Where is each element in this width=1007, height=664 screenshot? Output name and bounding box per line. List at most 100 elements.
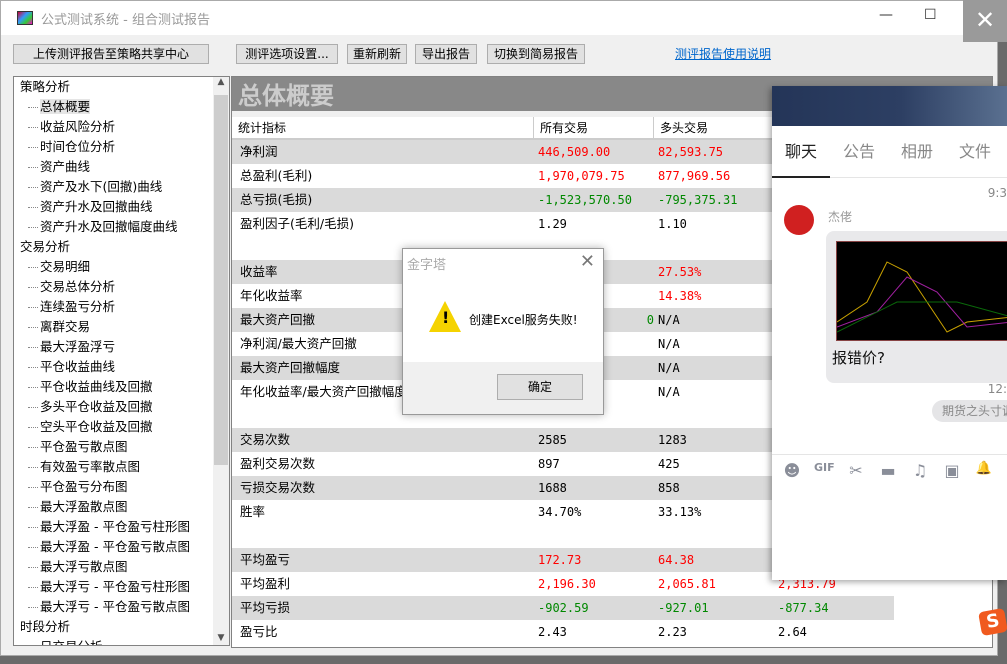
export-report-button[interactable]: 导出报告 bbox=[415, 44, 477, 64]
tree-item[interactable]: 日交易分析 bbox=[14, 637, 229, 645]
emoji-icon[interactable]: ☻ bbox=[782, 461, 802, 481]
tree-item[interactable]: 最大浮亏 - 平仓盈亏柱形图 bbox=[14, 577, 229, 597]
scroll-down-icon[interactable]: ▼ bbox=[213, 633, 229, 643]
tree-item-label: 平仓盈亏分布图 bbox=[40, 479, 128, 494]
tree-item-label: 离群交易 bbox=[40, 319, 91, 334]
tree-item[interactable]: 最大浮亏散点图 bbox=[14, 557, 229, 577]
column-header[interactable]: 所有交易 bbox=[534, 117, 654, 138]
chat-panel: 聊天 公告 相册 文件 9:3 杰佬 报错价? 12: 期货之头寸调 ☻ GIF… bbox=[772, 86, 1007, 580]
tree-item[interactable]: 平仓盈亏分布图 bbox=[14, 477, 229, 497]
row-label: 总盈利(毛利) bbox=[240, 168, 313, 183]
tree-item[interactable]: 总体概要 bbox=[14, 97, 229, 117]
tab-files[interactable]: 文件 bbox=[946, 126, 1004, 178]
column-header[interactable]: 统计指标 bbox=[232, 117, 534, 138]
tree-item-label: 连续盈亏分析 bbox=[40, 299, 116, 314]
cell-value: 2.23 bbox=[658, 625, 687, 639]
bell-icon[interactable]: 🔔 bbox=[974, 461, 994, 481]
cell-value: 64.38 bbox=[658, 553, 695, 567]
scroll-up-icon[interactable]: ▲ bbox=[213, 77, 229, 87]
overlay-close-button[interactable]: ✕ bbox=[963, 0, 1007, 42]
tree-item-label: 平仓收益曲线及回撤 bbox=[40, 379, 153, 394]
tree-item[interactable]: 平仓收益曲线及回撤 bbox=[14, 377, 229, 397]
folder-icon[interactable]: ▬ bbox=[878, 461, 898, 481]
scissors-icon[interactable]: ✂ bbox=[846, 461, 866, 481]
help-link[interactable]: 测评报告使用说明 bbox=[675, 45, 771, 62]
avatar[interactable] bbox=[784, 205, 814, 235]
music-icon[interactable]: ♫ bbox=[910, 461, 930, 481]
column-header[interactable]: 多头交易 bbox=[654, 117, 774, 138]
cell-value: 1.29 bbox=[538, 217, 567, 231]
tree-group[interactable]: 交易分析 bbox=[14, 237, 229, 257]
row-label: 总亏损(毛损) bbox=[240, 192, 313, 207]
upload-report-button[interactable]: 上传测评报告至策略共享中心 bbox=[13, 44, 209, 64]
settings-button[interactable]: 测评选项设置... bbox=[236, 44, 338, 64]
cell-value: -795,375.31 bbox=[658, 193, 738, 207]
tree-item[interactable]: 最大浮盈浮亏 bbox=[14, 337, 229, 357]
ok-button[interactable]: 确定 bbox=[497, 374, 583, 400]
tree-item-label: 收益风险分析 bbox=[40, 119, 116, 134]
cell-value: 1283 bbox=[658, 433, 687, 447]
scroll-thumb[interactable] bbox=[214, 95, 228, 465]
gif-icon[interactable]: GIF bbox=[814, 461, 835, 481]
tree-item[interactable]: 资产升水及回撤幅度曲线 bbox=[14, 217, 229, 237]
tree-item-label: 多头平仓收益及回撤 bbox=[40, 399, 153, 414]
tree-item-label: 资产升水及回撤幅度曲线 bbox=[40, 219, 178, 234]
tab-album[interactable]: 相册 bbox=[888, 126, 946, 178]
refresh-button[interactable]: 重新刷新 bbox=[347, 44, 407, 64]
tree-item-label: 最大浮盈浮亏 bbox=[40, 339, 116, 354]
tree-item-label: 交易明细 bbox=[40, 259, 91, 274]
tree-item-label: 交易总体分析 bbox=[40, 279, 116, 294]
tree-item-label: 日交易分析 bbox=[40, 639, 103, 645]
row-label: 胜率 bbox=[240, 504, 266, 519]
tree-item[interactable]: 连续盈亏分析 bbox=[14, 297, 229, 317]
tree-item[interactable]: 平仓盈亏散点图 bbox=[14, 437, 229, 457]
minimize-button[interactable]: — bbox=[879, 7, 893, 23]
tree-item[interactable]: 资产升水及回撤曲线 bbox=[14, 197, 229, 217]
tree-item[interactable]: 有效盈亏率散点图 bbox=[14, 457, 229, 477]
tree-item[interactable]: 资产曲线 bbox=[14, 157, 229, 177]
tree-scrollbar[interactable]: ▲ ▼ bbox=[213, 77, 229, 645]
cell-value: 425 bbox=[658, 457, 680, 471]
sogou-ime-logo[interactable]: S bbox=[978, 607, 1007, 637]
tree-item[interactable]: 最大浮盈 - 平仓盈亏柱形图 bbox=[14, 517, 229, 537]
cell-value: -877.34 bbox=[778, 601, 829, 615]
chat-link-pill[interactable]: 期货之头寸调 bbox=[932, 400, 1007, 422]
tree-item[interactable]: 交易明细 bbox=[14, 257, 229, 277]
tree-item[interactable]: 最大浮盈散点图 bbox=[14, 497, 229, 517]
tree-item[interactable]: 最大浮盈 - 平仓盈亏散点图 bbox=[14, 537, 229, 557]
dialog-message: 创建Excel服务失败! bbox=[469, 313, 578, 327]
tree-item[interactable]: 资产及水下(回撤)曲线 bbox=[14, 177, 229, 197]
maximize-button[interactable]: ☐ bbox=[924, 7, 937, 23]
tab-chat[interactable]: 聊天 bbox=[772, 126, 830, 178]
warning-mark: ! bbox=[442, 308, 450, 327]
tree-item-label: 交易分析 bbox=[20, 239, 71, 254]
message-time: 12: bbox=[987, 382, 1007, 396]
tab-announcements[interactable]: 公告 bbox=[830, 126, 888, 178]
tree-group[interactable]: 策略分析 bbox=[14, 77, 229, 97]
cell-value: 172.73 bbox=[538, 553, 582, 567]
table-row: 盈亏比 2.43 2.23 2.64 bbox=[232, 620, 894, 644]
error-dialog: 金字塔 ✕ ! 创建Excel服务失败! 确定 bbox=[402, 248, 604, 415]
tree-item[interactable]: 收益风险分析 bbox=[14, 117, 229, 137]
cell-value: 27.53% bbox=[658, 265, 702, 279]
cell-value: 2,196.30 bbox=[538, 577, 596, 591]
tree-group[interactable]: 时段分析 bbox=[14, 617, 229, 637]
tree-item-label: 空头平仓收益及回撤 bbox=[40, 419, 153, 434]
warning-icon: ! bbox=[429, 301, 461, 332]
row-label: 平均亏损 bbox=[240, 600, 291, 615]
tree-item-label: 时段分析 bbox=[20, 619, 71, 634]
tree-item[interactable]: 多头平仓收益及回撤 bbox=[14, 397, 229, 417]
tree-item[interactable]: 离群交易 bbox=[14, 317, 229, 337]
tree-item[interactable]: 时间仓位分析 bbox=[14, 137, 229, 157]
image-icon[interactable]: ▣ bbox=[942, 461, 962, 481]
tree-item[interactable]: 交易总体分析 bbox=[14, 277, 229, 297]
navigation-tree: 策略分析 总体概要 收益风险分析 时间仓位分析 资产曲线 资产及水下(回撤)曲线 资产升水及… bbox=[13, 76, 230, 646]
tree-item[interactable]: 空头平仓收益及回撤 bbox=[14, 417, 229, 437]
tree-item[interactable]: 平仓收益曲线 bbox=[14, 357, 229, 377]
dialog-close-button[interactable]: ✕ bbox=[580, 251, 595, 272]
tree-item-label: 最大浮亏散点图 bbox=[40, 559, 128, 574]
switch-simple-report-button[interactable]: 切换到简易报告 bbox=[487, 44, 585, 64]
chart-screenshot-image[interactable] bbox=[836, 241, 1007, 341]
message-bubble: 报错价? bbox=[826, 231, 1007, 383]
tree-item[interactable]: 最大浮亏 - 平仓盈亏散点图 bbox=[14, 597, 229, 617]
